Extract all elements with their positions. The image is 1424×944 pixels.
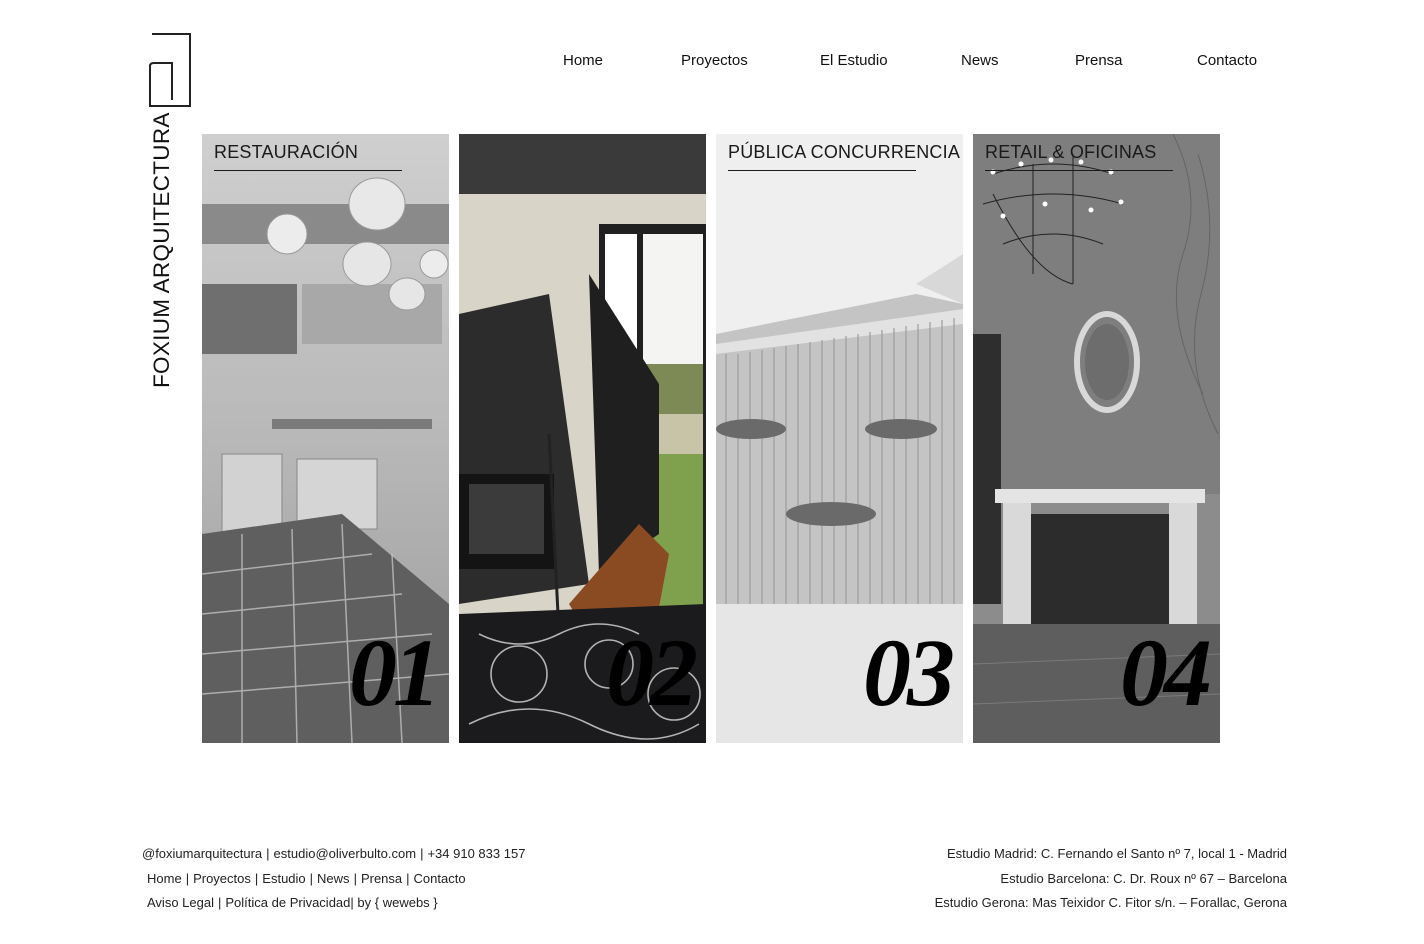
footer-addresses: Estudio Madrid: C. Fernando el Santo nº … [935, 842, 1287, 916]
category-number: 01 [349, 619, 441, 726]
category-number: 04 [1120, 619, 1212, 726]
footer-link-proyectos[interactable]: Proyectos [193, 871, 251, 886]
nav-news[interactable]: News [961, 52, 999, 69]
category-panel-restauracion[interactable]: RESTAURACIÓN 01 [202, 134, 449, 743]
nav-home[interactable]: Home [563, 52, 603, 69]
category-number: 02 [606, 619, 698, 726]
footer-link-estudio[interactable]: Estudio [262, 871, 305, 886]
footer-contact-row: @foxiumarquitectura | estudio@oliverbulto.… [142, 842, 525, 867]
category-label: PÚBLICA CONCURRENCIA [728, 142, 960, 171]
footer-contact: @foxiumarquitectura | estudio@oliverbulto.… [142, 842, 525, 916]
address-barcelona: Estudio Barcelona: C. Dr. Roux nº 67 – B… [1000, 870, 1287, 886]
category-label: RESTAURACIÓN [214, 142, 402, 171]
nav-contacto[interactable]: Contacto [1197, 52, 1257, 69]
separator: | [406, 870, 410, 886]
separator: | [266, 846, 270, 861]
separator: | [309, 870, 314, 886]
separator: | [217, 895, 222, 910]
category-panel-publica-concurrencia[interactable]: PÚBLICA CONCURRENCIA 03 [716, 134, 963, 743]
brand-name: FOXIUM ARQUITECTURA [149, 112, 174, 388]
footer-phone-link[interactable]: +34 910 833 157 [427, 846, 525, 861]
address-madrid: Estudio Madrid: C. Fernando el Santo nº … [946, 846, 1287, 861]
footer-link-wewebs[interactable]: by { wewebs } [357, 895, 437, 910]
footer-link-home[interactable]: Home [147, 871, 182, 886]
nav-el-estudio[interactable]: El Estudio [820, 52, 888, 69]
footer-legal: Aviso Legal | Política de Privacidad| by {… [142, 891, 525, 916]
separator: | [353, 870, 357, 886]
footer-link-privacidad[interactable]: Política de Privacidad [225, 895, 350, 910]
nav-proyectos[interactable]: Proyectos [681, 52, 748, 69]
footer-instagram-link[interactable]: @foxiumarquitectura [142, 846, 262, 861]
footer-link-contacto[interactable]: Contacto [414, 871, 466, 886]
main-nav: Home Proyectos El Estudio News Prensa Co… [0, 52, 1424, 76]
footer-email-link[interactable]: estudio@oliverbulto.com [274, 846, 417, 861]
footer-link-news[interactable]: News [317, 871, 350, 886]
category-panel-02[interactable]: 02 [459, 134, 706, 743]
category-label: RETAIL & OFICINAS [985, 142, 1173, 171]
separator: | [254, 870, 259, 886]
address-gerona: Estudio Gerona: Mas Teixidor C. Fitor s/… [934, 895, 1287, 910]
category-number: 03 [863, 619, 955, 726]
footer-link-aviso-legal[interactable]: Aviso Legal [147, 895, 214, 910]
separator: | [420, 846, 424, 861]
footer-link-prensa[interactable]: Prensa [361, 871, 402, 886]
separator: | [350, 895, 354, 910]
separator: | [185, 870, 190, 886]
footer-nav: Home | Proyectos | Estudio | News | Prensa | Conta… [142, 867, 525, 892]
category-panel-retail-oficinas[interactable]: RETAIL & OFICINAS 04 [973, 134, 1220, 743]
nav-prensa[interactable]: Prensa [1075, 52, 1123, 69]
